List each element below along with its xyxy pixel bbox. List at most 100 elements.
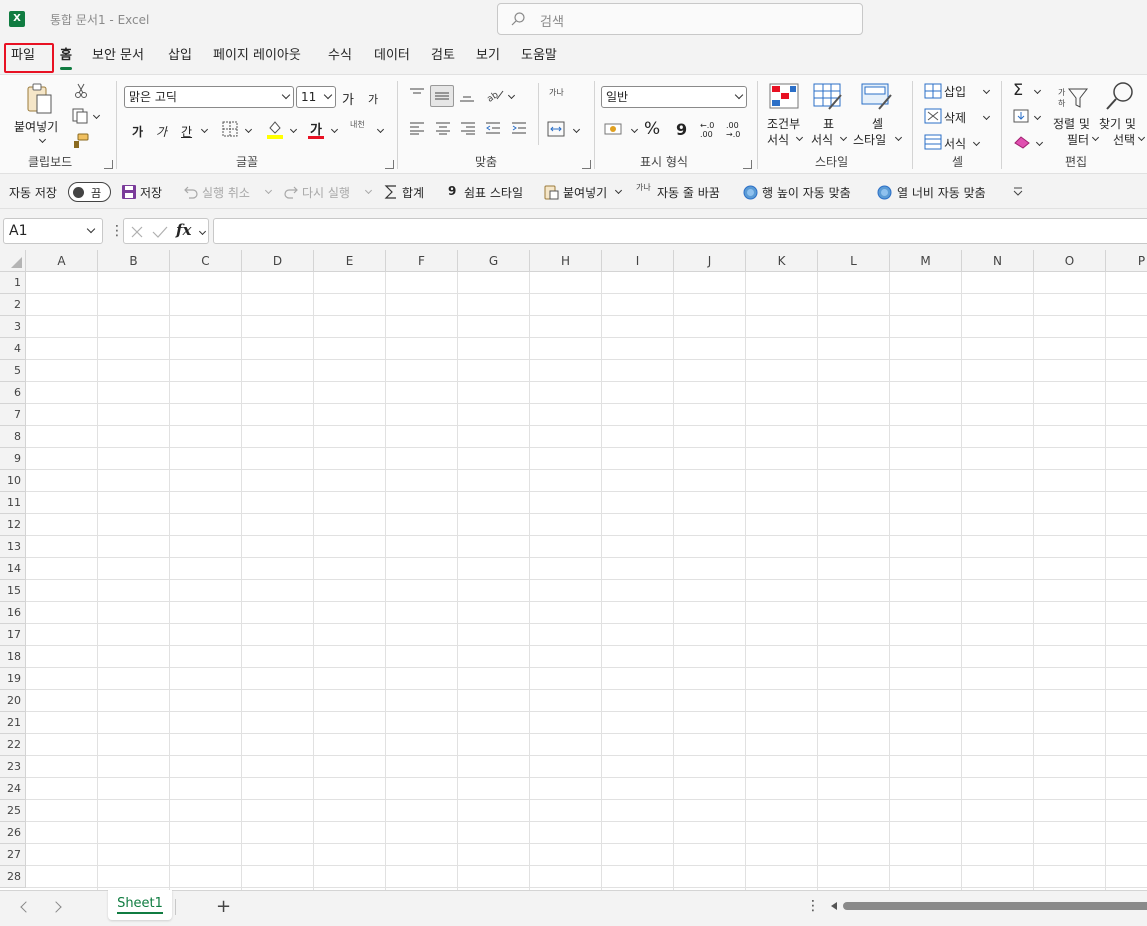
bottom-align-icon[interactable] — [459, 89, 475, 103]
chevron-left-icon[interactable] — [20, 901, 32, 913]
percent-style-button[interactable]: % — [644, 119, 660, 139]
search-box[interactable]: 검색 — [497, 3, 863, 35]
increase-decimal-button[interactable]: ←.0 .00 — [700, 121, 722, 139]
row-header[interactable]: 24 — [0, 778, 26, 800]
row-header[interactable]: 28 — [0, 866, 26, 888]
shrink-font-button[interactable]: 가 — [368, 91, 378, 107]
paste-dropdown-arrow[interactable] — [36, 133, 47, 147]
row-header[interactable]: 22 — [0, 734, 26, 756]
row-header[interactable]: 18 — [0, 646, 26, 668]
redo-dropdown-arrow[interactable] — [362, 184, 373, 198]
row-header[interactable]: 26 — [0, 822, 26, 844]
cut-icon[interactable] — [73, 83, 89, 99]
customize-toolbar-icon[interactable] — [1013, 186, 1023, 198]
font-name-dropdown[interactable]: 맑은 고딕 — [124, 86, 294, 108]
row-header[interactable]: 17 — [0, 624, 26, 646]
row-header[interactable]: 12 — [0, 514, 26, 536]
row-header[interactable]: 27 — [0, 844, 26, 866]
align-center-icon[interactable] — [435, 121, 451, 135]
number-launcher-icon[interactable] — [743, 160, 752, 169]
autosave-toggle[interactable]: 끔 — [68, 182, 111, 202]
insert-cells-icon[interactable] — [924, 83, 942, 99]
save-icon[interactable] — [121, 184, 137, 200]
tab-page-layout[interactable]: 페이지 레이아웃 — [213, 46, 301, 70]
column-header[interactable]: C — [170, 250, 242, 272]
phonetic-guide-button[interactable]: 내천 — [350, 119, 365, 130]
format-as-table-dropdown-arrow[interactable] — [837, 131, 848, 145]
column-header[interactable]: E — [314, 250, 386, 272]
format-cells-icon[interactable] — [924, 134, 942, 150]
wrap-text-small-button[interactable]: 자동 줄 바꿈 — [657, 184, 720, 201]
conditional-formatting-icon[interactable] — [769, 83, 799, 109]
cell-styles-label-1[interactable]: 셀 — [872, 115, 883, 132]
row-header[interactable]: 25 — [0, 800, 26, 822]
format-cells-dropdown-arrow[interactable] — [970, 136, 981, 150]
increase-indent-icon[interactable] — [511, 121, 527, 135]
sheet-options-icon[interactable]: ⋮ — [806, 898, 820, 914]
sum-button[interactable]: 합계 — [402, 184, 424, 201]
fill-icon[interactable] — [1013, 109, 1029, 123]
tab-insert[interactable]: 삽입 — [168, 46, 192, 70]
column-header[interactable]: P — [1106, 250, 1147, 272]
tab-data[interactable]: 데이터 — [374, 46, 410, 70]
row-header[interactable]: 13 — [0, 536, 26, 558]
insert-cells-button[interactable]: 삽입 — [944, 83, 966, 100]
format-as-table-icon[interactable] — [813, 83, 843, 111]
fill-color-icon[interactable] — [266, 119, 284, 139]
cell-styles-dropdown-arrow[interactable] — [892, 131, 903, 145]
decrease-decimal-button[interactable]: .00 →.0 — [726, 121, 748, 139]
format-painter-icon[interactable] — [72, 133, 90, 149]
wrap-text-button[interactable]: 가나 — [549, 87, 564, 98]
row-header[interactable]: 7 — [0, 404, 26, 426]
cell-styles-label-2[interactable]: 스타일 — [853, 131, 886, 148]
formula-input[interactable] — [213, 218, 1147, 244]
bold-button[interactable]: 가 — [132, 123, 143, 140]
phonetic-dropdown-arrow[interactable] — [374, 123, 385, 137]
row-header[interactable]: 8 — [0, 426, 26, 448]
delete-cells-button[interactable]: 삭제 — [944, 109, 966, 126]
alignment-launcher-icon[interactable] — [582, 160, 591, 169]
middle-align-button[interactable] — [430, 85, 454, 107]
cell-styles-icon[interactable] — [861, 83, 893, 111]
column-header[interactable]: B — [98, 250, 170, 272]
find-select-dropdown-arrow[interactable] — [1135, 131, 1146, 145]
column-autofit-icon[interactable] — [877, 185, 892, 200]
row-header[interactable]: 16 — [0, 602, 26, 624]
cancel-icon[interactable] — [130, 225, 144, 239]
comma-style-button[interactable]: 9 — [676, 120, 687, 139]
column-header[interactable]: G — [458, 250, 530, 272]
function-dropdown-arrow[interactable] — [196, 225, 207, 239]
row-header[interactable]: 4 — [0, 338, 26, 360]
redo-button[interactable]: 다시 실행 — [302, 184, 350, 201]
column-header[interactable]: A — [26, 250, 98, 272]
horizontal-scrollbar[interactable] — [843, 902, 1147, 910]
orientation-icon[interactable]: ab — [485, 87, 505, 103]
redo-icon[interactable] — [283, 184, 299, 200]
undo-icon[interactable] — [183, 184, 199, 200]
insert-function-button[interactable]: fx — [176, 221, 191, 239]
copy-icon[interactable] — [72, 108, 90, 124]
tab-home[interactable]: 홈 — [60, 46, 72, 70]
row-header[interactable]: 5 — [0, 360, 26, 382]
row-header[interactable]: 23 — [0, 756, 26, 778]
column-header[interactable]: K — [746, 250, 818, 272]
cell-area[interactable] — [26, 272, 1147, 890]
chevron-right-icon[interactable] — [50, 901, 62, 913]
border-dropdown-arrow[interactable] — [242, 123, 253, 137]
copy-dropdown-arrow[interactable] — [90, 109, 101, 123]
undo-dropdown-arrow[interactable] — [262, 184, 273, 198]
paste-small-dropdown-arrow[interactable] — [612, 184, 623, 198]
name-box[interactable]: A1 — [3, 218, 103, 244]
merge-dropdown-arrow[interactable] — [570, 123, 581, 137]
delete-cells-dropdown-arrow[interactable] — [980, 110, 991, 124]
fill-color-dropdown-arrow[interactable] — [287, 123, 298, 137]
save-button[interactable]: 저장 — [140, 184, 162, 201]
accounting-format-icon[interactable] — [604, 121, 624, 137]
row-header[interactable]: 2 — [0, 294, 26, 316]
sort-filter-label-2[interactable]: 필터 — [1067, 131, 1089, 148]
font-size-dropdown[interactable]: 11 — [296, 86, 336, 108]
find-select-label-2[interactable]: 선택 — [1113, 131, 1135, 148]
underline-button[interactable]: 간 — [181, 123, 192, 140]
row-autofit-button[interactable]: 행 높이 자동 맞춤 — [762, 184, 851, 201]
column-header[interactable]: L — [818, 250, 890, 272]
